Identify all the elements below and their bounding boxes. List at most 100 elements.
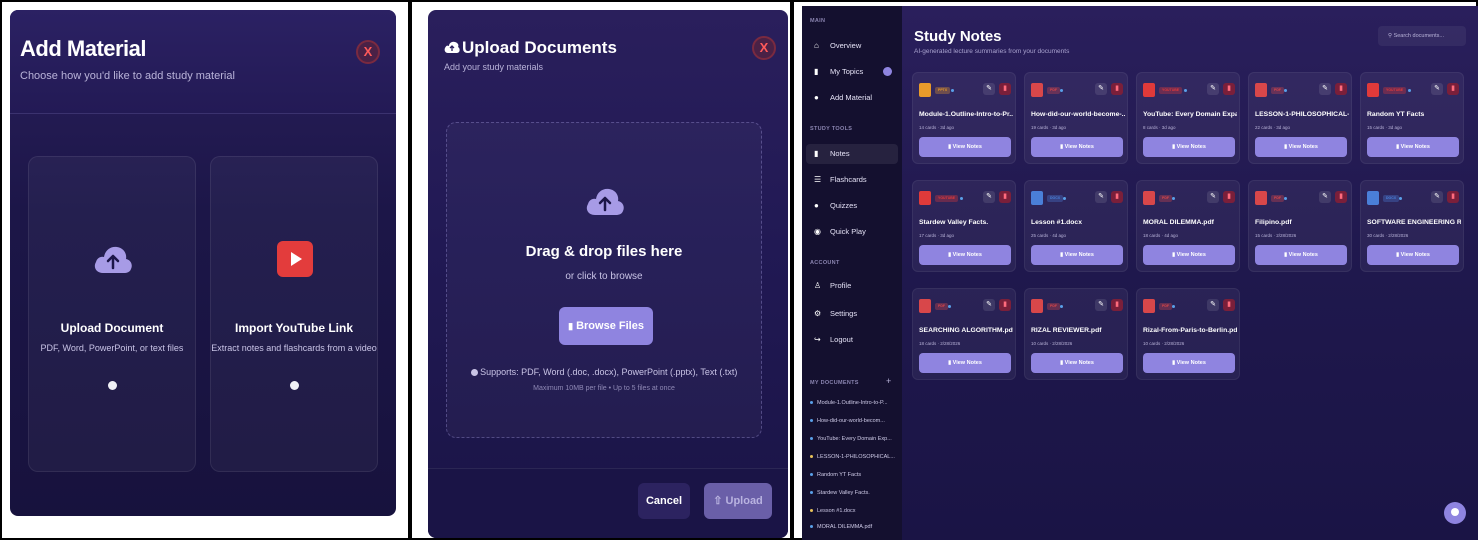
note-card[interactable]: YOUTUBE ✎ ▮ Random YT Facts 15 cards · 3d ag… — [1360, 72, 1464, 164]
upload-button[interactable]: ⇧ Upload — [704, 483, 772, 519]
notes-icon: ▮ — [1396, 144, 1400, 150]
view-notes-button[interactable]: ▮ View Notes — [1031, 245, 1123, 265]
delete-icon[interactable]: ▮ — [999, 299, 1011, 311]
delete-icon[interactable]: ▮ — [1335, 83, 1347, 95]
note-card[interactable]: PDF ✎ ▮ MORAL DILEMMA.pdf 18 cards · 4d ago ▮… — [1136, 180, 1240, 272]
delete-icon[interactable]: ▮ — [1223, 83, 1235, 95]
view-notes-button[interactable]: ▮ View Notes — [1367, 137, 1459, 157]
edit-icon[interactable]: ✎ — [1319, 83, 1331, 95]
note-card[interactable]: DOCX ✎ ▮ Lesson #1.docx 25 cards · 4d ago ▮ V… — [1024, 180, 1128, 272]
document-list-item[interactable]: Module-1.Outline-Intro-to-P... — [810, 400, 898, 406]
document-name: Lesson #1.docx — [817, 508, 856, 514]
delete-icon[interactable]: ▮ — [1111, 83, 1123, 95]
note-card[interactable]: YOUTUBE ✎ ▮ Stardew Valley Facts. 17 cards ·… — [912, 180, 1016, 272]
view-notes-button[interactable]: ▮ View Notes — [1031, 137, 1123, 157]
note-card[interactable]: PDF ✎ ▮ How-did-our-world-become-... 19 card… — [1024, 72, 1128, 164]
drop-zone[interactable]: Drag & drop files here or click to brows… — [446, 122, 762, 438]
view-notes-button[interactable]: ▮ View Notes — [1255, 137, 1347, 157]
note-card[interactable]: PDF ✎ ▮ Rizal-From-Paris-to-Berlin.pdf 10 ca… — [1136, 288, 1240, 380]
delete-icon[interactable]: ▮ — [1111, 299, 1123, 311]
modal-subtitle: Add your study materials — [444, 62, 544, 72]
cancel-button[interactable]: Cancel — [638, 483, 690, 519]
document-list-item[interactable]: Stardew Valley Facts. — [810, 490, 898, 496]
modal-title: Upload Documents — [462, 38, 617, 57]
edit-icon[interactable]: ✎ — [983, 299, 995, 311]
notes-icon: ▮ — [948, 144, 952, 150]
sidebar: MAIN ⌂ Overview ▮ My Topics ● Add Material … — [802, 6, 902, 540]
add-document-button[interactable]: + — [886, 376, 891, 386]
delete-icon[interactable]: ▮ — [1447, 191, 1459, 203]
logout-icon: ↪ — [814, 335, 821, 344]
sidebar-item-profile[interactable]: ♙ Profile — [806, 276, 898, 296]
note-card[interactable]: PDF ✎ ▮ SEARCHING ALGORITHM.pdf 18 cards · 2… — [912, 288, 1016, 380]
sidebar-item-quizzes[interactable]: ● Quizzes — [806, 196, 898, 216]
view-notes-button[interactable]: ▮ View Notes — [1143, 353, 1235, 373]
note-card[interactable]: PDF ✎ ▮ Filipino.pdf 15 cards · 2/28/2026 ▮ V… — [1248, 180, 1352, 272]
modal-title: Add Material — [20, 36, 147, 61]
edit-icon[interactable]: ✎ — [1431, 83, 1443, 95]
delete-icon[interactable]: ▮ — [1335, 191, 1347, 203]
delete-icon[interactable]: ▮ — [999, 83, 1011, 95]
note-meta: 10 cards · 2/28/2026 — [1143, 341, 1185, 346]
view-notes-label: View Notes — [1176, 360, 1206, 366]
view-notes-button[interactable]: ▮ View Notes — [1367, 245, 1459, 265]
document-list-item[interactable]: How-did-our-world-becom... — [810, 418, 898, 424]
sidebar-item-flashcards[interactable]: ☰ Flashcards — [806, 170, 898, 190]
max-size-note: Maximum 10MB per file • Up to 5 files at… — [533, 385, 675, 392]
document-list-item[interactable]: Lesson #1.docx — [810, 508, 898, 514]
edit-icon[interactable]: ✎ — [1319, 191, 1331, 203]
sidebar-item-quick-play[interactable]: ◉ Quick Play — [806, 222, 898, 242]
view-notes-button[interactable]: ▮ View Notes — [1031, 353, 1123, 373]
close-button[interactable]: X — [752, 36, 776, 60]
document-list-item[interactable]: YouTube: Every Domain Exp... — [810, 436, 898, 442]
delete-icon[interactable]: ▮ — [999, 191, 1011, 203]
import-youtube-option[interactable]: Import YouTube Link Extract notes and fl… — [210, 156, 378, 472]
search-input[interactable]: ⚲ Search documents... — [1378, 26, 1466, 46]
delete-icon[interactable]: ▮ — [1223, 299, 1235, 311]
document-list-item[interactable]: Random YT Facts — [810, 472, 898, 478]
sidebar-item-add-material[interactable]: ● Add Material — [806, 88, 898, 108]
edit-icon[interactable]: ✎ — [1095, 191, 1107, 203]
view-notes-button[interactable]: ▮ View Notes — [919, 245, 1011, 265]
edit-icon[interactable]: ✎ — [1207, 299, 1219, 311]
note-card[interactable]: PPTX ✎ ▮ Module-1.Outline-Intro-to-Pr... 14 … — [912, 72, 1016, 164]
view-notes-button[interactable]: ▮ View Notes — [1255, 245, 1347, 265]
edit-icon[interactable]: ✎ — [1095, 83, 1107, 95]
note-card[interactable]: DOCX ✎ ▮ SOFTWARE ENGINEERING RE... 30 cards… — [1360, 180, 1464, 272]
close-button[interactable]: X — [356, 40, 380, 64]
edit-icon[interactable]: ✎ — [1207, 83, 1219, 95]
browse-files-button[interactable]: ▮ Browse Files — [559, 307, 653, 345]
view-notes-button[interactable]: ▮ View Notes — [919, 137, 1011, 157]
sidebar-item-notes[interactable]: ▮ Notes — [806, 144, 898, 164]
edit-icon[interactable]: ✎ — [1431, 191, 1443, 203]
sidebar-item-settings[interactable]: ⚙ Settings — [806, 304, 898, 324]
sidebar-item-label: Logout — [830, 335, 853, 344]
notes-icon: ▮ — [1172, 144, 1176, 150]
upload-document-option[interactable]: Upload Document PDF, Word, PowerPoint, o… — [28, 156, 196, 472]
note-card[interactable]: PDF ✎ ▮ RIZAL REVIEWER.pdf 10 cards · 2/28/2… — [1024, 288, 1128, 380]
view-notes-button[interactable]: ▮ View Notes — [1143, 137, 1235, 157]
sidebar-item-my-topics[interactable]: ▮ My Topics — [806, 62, 898, 82]
delete-icon[interactable]: ▮ — [1223, 191, 1235, 203]
search-icon: ⚲ — [1388, 33, 1393, 39]
view-notes-button[interactable]: ▮ View Notes — [1143, 245, 1235, 265]
sidebar-item-label: Quick Play — [830, 227, 866, 236]
edit-icon[interactable]: ✎ — [1095, 299, 1107, 311]
chat-bubble-button[interactable] — [1444, 502, 1466, 524]
delete-icon[interactable]: ▮ — [1111, 191, 1123, 203]
document-list-item[interactable]: LESSON-1-PHILOSOPHICAL... — [810, 454, 898, 460]
sidebar-item-logout[interactable]: ↪ Logout — [806, 330, 898, 350]
edit-icon[interactable]: ✎ — [983, 83, 995, 95]
note-meta: 22 cards · 3d ago — [1255, 125, 1291, 130]
note-card[interactable]: PDF ✎ ▮ LESSON-1-PHILOSOPHICAL-... 22 cards … — [1248, 72, 1352, 164]
document-name: Random YT Facts — [817, 472, 862, 478]
document-list-item[interactable]: MORAL DILEMMA.pdf — [810, 524, 898, 530]
note-card[interactable]: YOUTUBE ✎ ▮ YouTube: Every Domain Expa... 8 … — [1136, 72, 1240, 164]
sidebar-item-overview[interactable]: ⌂ Overview — [806, 36, 898, 56]
view-notes-button[interactable]: ▮ View Notes — [919, 353, 1011, 373]
edit-icon[interactable]: ✎ — [1207, 191, 1219, 203]
delete-icon[interactable]: ▮ — [1447, 83, 1459, 95]
edit-icon[interactable]: ✎ — [983, 191, 995, 203]
file-type-badge: DOCX — [1047, 195, 1064, 202]
arrow-icon — [108, 381, 117, 390]
